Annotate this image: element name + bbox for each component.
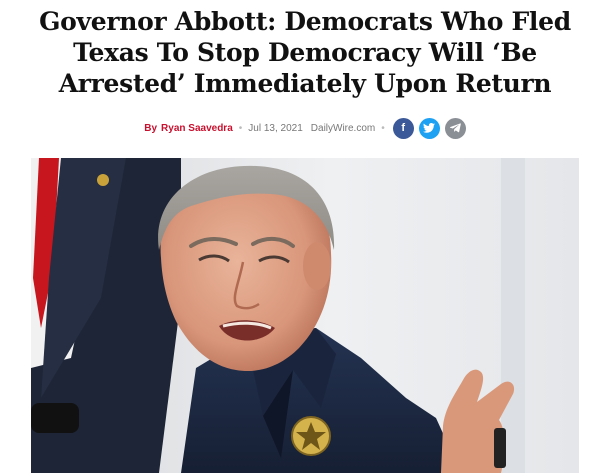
separator-dot: •: [381, 122, 385, 134]
source-link[interactable]: DailyWire.com: [311, 123, 375, 134]
facebook-share-button[interactable]: f: [392, 117, 414, 139]
author-link[interactable]: Ryan Saavedra: [161, 123, 233, 134]
article-meta: By Ryan Saavedra • Jul 13, 2021 • DailyW…: [0, 116, 610, 140]
facebook-icon: f: [401, 122, 406, 134]
separator-dot: •: [238, 122, 243, 134]
telegram-icon: [449, 123, 461, 133]
headline: Governor Abbott: Democrats Who Fled Texa…: [39, 7, 571, 98]
article: Governor Abbott: Democrats Who Fled Texa…: [0, 0, 610, 473]
byline-prefix: By: [144, 122, 158, 134]
featured-photo: [31, 158, 579, 473]
publish-date: Jul 13, 2021: [248, 122, 303, 134]
twitter-icon: [423, 123, 436, 133]
share-buttons: f: [392, 117, 466, 139]
twitter-share-button[interactable]: [418, 117, 440, 139]
governor-abbott-photo: [31, 158, 579, 473]
telegram-share-button[interactable]: [444, 117, 466, 139]
